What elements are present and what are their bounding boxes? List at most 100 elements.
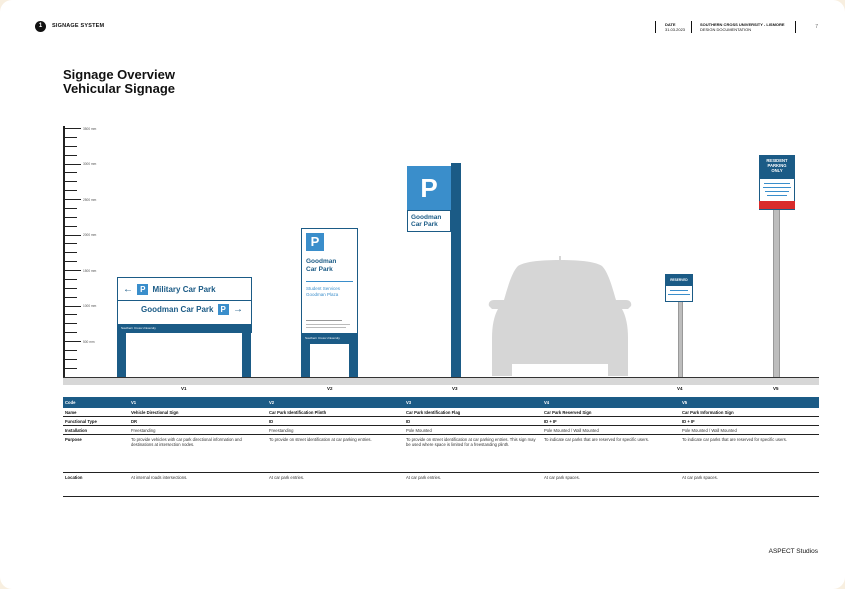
table-cell: Pole Mounted / Wall Mounted [682,428,737,433]
v2-divider [306,281,353,282]
date-value: 31.03.2023 [665,27,686,32]
table-row: Name Vehicle Directional Sign Car Park I… [63,408,819,417]
table-cell: DR [131,419,138,424]
parking-icon: P [217,304,229,315]
section-number-badge: 1 [35,21,46,32]
arrow-right-icon: → [232,304,243,315]
scale-minor-tick [65,358,77,360]
v2-name-line-2: Car Park [306,266,333,273]
header-divider [795,21,796,33]
scale-minor-tick [65,349,77,351]
scale-major-tick [65,234,81,236]
table-row: Functional Type DR ID ID ID + IF ID + IF [63,417,819,426]
v5-header: RESIDENT PARKING ONLY [759,155,795,179]
table-cell: At internal roads intersections. [131,475,188,480]
table-cell: ID [406,419,411,424]
document-sheet: { "header": { "section_number": "1", "se… [0,0,845,589]
scale-minor-tick [65,154,77,156]
scale-major-tick [65,199,81,200]
code-label-v3: V3 [452,386,458,391]
scale-major-tick [65,163,81,165]
parking-icon: P [306,233,324,251]
scale-label: 500 mm [83,339,95,344]
scale-major-tick [65,305,81,307]
v1-row-military: ← P Military Car Park [123,284,216,295]
scale-major-tick [65,341,81,342]
table-cell: Freestanding [269,428,294,433]
v1-goodman-label: Goodman Car Park [141,305,214,314]
signage-schedule-table: Code V1 V2 V3 V4 V5 Name Vehicle Directi… [63,397,819,497]
section-title: SIGNAGE SYSTEM [52,23,105,29]
table-header-cell: V5 [682,400,688,405]
title-line-2: Vehicular Signage [63,81,175,96]
v3-pole [451,163,461,377]
table-cell: Car Park Reserved Sign [544,410,592,415]
scale-major-tick [65,270,81,271]
scale-minor-tick [65,296,77,298]
scale-minor-tick [65,367,77,369]
v3-name-line-1: Goodman [411,214,442,221]
v2-university-band: Southern Cross University [301,333,358,344]
scale-label: 3500 mm [83,126,97,131]
scale-minor-tick [65,216,77,218]
scale-label: 1500 mm [83,268,97,273]
v3-name-panel: Goodman Car Park [407,210,451,232]
table-row-label: Name [65,410,77,415]
v4-reserved-header: RESERVED [665,274,693,286]
table-cell: Freestanding [131,428,156,433]
title-line-1: Signage Overview [63,67,175,82]
ground-plane [63,377,819,385]
header-divider [691,21,692,33]
table-header-cell: V1 [131,400,137,405]
page-title: Signage Overview Vehicular Signage [63,68,175,96]
table-header-cell: Code [65,400,76,405]
v4-fine-print-line [670,290,688,291]
scale-minor-tick [65,225,77,227]
client-block: SOUTHERN CROSS UNIVERSITY - LISMORE DESI… [700,22,785,32]
v5-fine-print-line [764,183,790,184]
scale-minor-tick [65,323,77,325]
v1-right-post [242,333,251,377]
scale-minor-tick [65,314,77,316]
code-label-v2: V2 [327,386,333,391]
v5-fine-print-line [767,195,787,196]
v4-fine-print-line [668,294,690,295]
table-row: Location At internal roads intersections… [63,473,819,497]
v5-fine-print-line [763,187,791,188]
scale-minor-tick [65,190,77,192]
v2-car-park-name: Goodman Car Park [306,258,336,274]
v5-head-line-3: ONLY [771,168,783,173]
table-cell: To provide vehicles with car park direct… [131,437,242,447]
v5-fine-print-line [765,191,789,192]
table-cell: At car park entries. [269,475,305,480]
table-cell: At car park entries. [406,475,442,480]
v1-military-label: Military Car Park [152,285,216,294]
date-block: DATE 31.03.2023 [665,22,685,32]
scale-minor-tick [65,207,77,209]
code-label-v1: V1 [181,386,187,391]
scale-minor-tick [65,181,77,183]
v2-subtext: Student Services Goodman Plaza [306,286,340,298]
table-cell: Car Park Identification Plinth [269,410,327,415]
scale-major-tick [65,128,81,129]
table-cell: To provide on street identification at c… [406,437,536,447]
scale-minor-tick [65,243,77,245]
table-cell: To indicate car parks that are reserved … [544,437,649,442]
v1-panel-divider [118,300,251,301]
v2-sub-line-2: Goodman Plaza [306,292,339,297]
v2-fine-print-line [306,324,350,325]
table-cell: Pole Mounted [406,428,432,433]
table-row: Purpose To provide vehicles with car par… [63,435,819,473]
car-silhouette-icon [488,256,632,376]
table-cell: Vehicle Directional Sign [131,410,179,415]
table-cell: At car park spaces. [682,475,718,480]
table-cell: Car Park Identification Flag [406,410,461,415]
table-header-row: Code V1 V2 V3 V4 V5 [63,397,819,408]
scale-minor-tick [65,252,77,254]
scale-minor-tick [65,332,77,334]
table-header-cell: V3 [406,400,412,405]
v5-red-band [759,201,795,209]
v5-pole [773,208,780,377]
table-row: Installation Freestanding Freestanding P… [63,426,819,435]
page-number: 7 [815,24,818,30]
